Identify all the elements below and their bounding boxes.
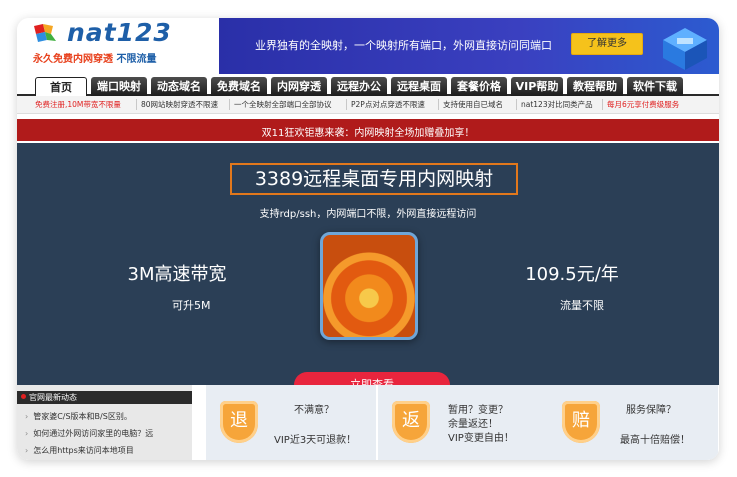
news-item[interactable]: 如何通过外网访问家里的电脑？远 [25,428,153,439]
hero-carousel: 3389远程桌面专用内网映射 支持rdp/ssh，内网端口不限，外网直接远程访问… [17,143,719,399]
news-item[interactable]: 管家婆C/S版本和B/S区别。 [25,411,132,422]
bandwidth-upgrade-note: 可升5M [172,299,211,312]
divider [229,99,230,110]
logo-tagline: 永久免费内网穿透 不限流量 [33,54,157,65]
banner-text: 业界独有的全映射，一个映射所有端口，外网直接访问同端口 [255,39,552,52]
card-line: 服务保障？ [626,405,676,416]
tab-home[interactable]: 首页 [35,77,87,96]
tab-remote-office[interactable]: 远程办公 [331,77,387,96]
traffic-note: 流量不限 [560,299,604,312]
card-line: 余量返还！ [448,419,498,430]
bottom-section: 官网最新动态 管家婆C/S版本和B/S区别。 如何通过外网访问家里的电脑？远 怎… [17,385,719,460]
main-nav: 首页 端口映射 动态域名 免费域名 内网穿透 远程办公 远程桌面 套餐价格 VI… [17,74,719,96]
news-title[interactable]: 官网最新动态 [17,391,192,404]
card-line: 不满意？ [294,405,334,416]
learn-more-button[interactable]: 了解更多 [571,33,643,55]
site-header: nat123 永久免费内网穿透 不限流量 业界独有的全映射，一个映射所有端口，外… [17,18,719,74]
tab-software-download[interactable]: 软件下载 [627,77,683,96]
browser-frame: nat123 永久免费内网穿透 不限流量 业界独有的全映射，一个映射所有端口，外… [17,18,719,460]
site-logo[interactable]: nat123 永久免费内网穿透 不限流量 [23,18,213,70]
news-panel: 官网最新动态 管家婆C/S版本和B/S区别。 如何通过外网访问家里的电脑？远 怎… [17,385,192,460]
price-label: 109.5元/年 [525,264,619,285]
network-cube-icon [663,28,707,70]
divider [438,99,439,110]
logo-wordmark: nat123 [67,18,172,47]
hero-subtitle: 支持rdp/ssh，内网端口不限，外网直接远程访问 [259,209,477,220]
promo-link[interactable]: 每月6元享付费级服务 [607,99,679,110]
hero-title: 3389远程桌面专用内网映射 [230,163,518,195]
top-banner[interactable]: 业界独有的全映射，一个映射所有端口，外网直接访问同端口 了解更多 [219,18,719,74]
tab-dynamic-dns[interactable]: 动态域名 [151,77,207,96]
card-line: VIP变更自由！ [448,433,514,444]
divider [602,99,603,110]
promo-link[interactable]: 支持使用自已域名 [443,99,503,110]
flag-logo-icon [34,24,56,42]
promo-strip: 免费注册,10M带宽不限量 80网站映射穿透不限速 一个全映射全部端口全部协议 … [17,96,719,114]
promo-link[interactable]: P2P点对点穿透不限速 [351,99,425,110]
bandwidth-label: 3M高速带宽 [127,264,227,285]
card-line: 暂用？变更？ [448,405,508,416]
tab-remote-desktop[interactable]: 远程桌面 [391,77,447,96]
tab-pricing[interactable]: 套餐价格 [451,77,507,96]
announcement-text: 双11狂欢钜惠来袭：内网映射全场加赠叠加享！ [261,128,475,139]
promo-link[interactable]: 免费注册,10M带宽不限量 [35,99,121,110]
compensation-card[interactable]: 赔 服务保障？ 最高十倍赔偿！ [548,385,718,460]
divider [136,99,137,110]
promo-link[interactable]: 80网站映射穿透不限速 [141,99,218,110]
promo-link[interactable]: nat123对比同类产品 [521,99,593,110]
refund-shield-icon: 退 [220,401,258,443]
tab-port-mapping[interactable]: 端口映射 [91,77,147,96]
return-shield-icon: 返 [392,401,430,443]
refund-card[interactable]: 退 不满意？ VIP近3天可退款！ [206,385,376,460]
card-line: 最高十倍赔偿！ [620,435,690,446]
tab-vip-help[interactable]: VIP帮助 [511,77,563,96]
return-card[interactable]: 返 暂用？变更？ 余量返还！ VIP变更自由！ [378,385,548,460]
announcement-bar[interactable]: 双11狂欢钜惠来袭：内网映射全场加赠叠加享！ [17,119,719,141]
card-line: VIP近3天可退款！ [274,435,357,446]
flower-app-icon [320,232,418,340]
divider [346,99,347,110]
tab-intranet-penetration[interactable]: 内网穿透 [271,77,327,96]
divider [516,99,517,110]
news-item[interactable]: 怎么用https来访问本地项目 [25,445,134,456]
tab-free-domain[interactable]: 免费域名 [211,77,267,96]
compensation-shield-icon: 赔 [562,401,600,443]
promo-link[interactable]: 一个全映射全部端口全部协议 [234,99,332,110]
tab-tutorial-help[interactable]: 教程帮助 [567,77,623,96]
